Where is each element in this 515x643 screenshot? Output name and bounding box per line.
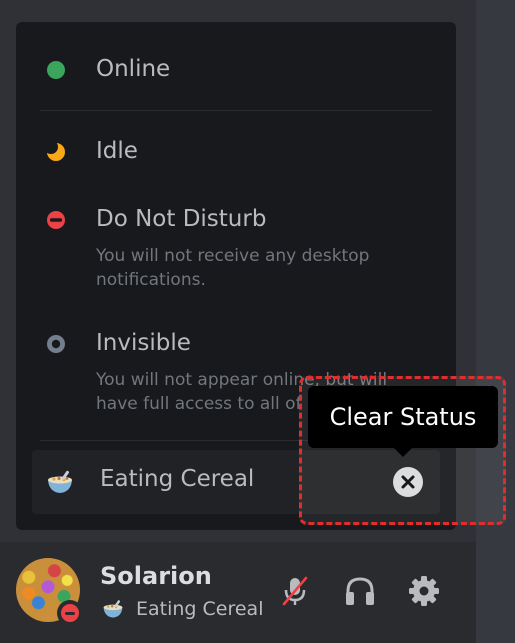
- online-status-icon: [47, 61, 65, 79]
- deafen-button[interactable]: [343, 574, 377, 608]
- microphone-muted-icon: [282, 576, 308, 606]
- status-option-dnd[interactable]: Do Not Disturb You will not receive any …: [16, 200, 456, 310]
- tooltip-arrow: [394, 448, 412, 457]
- status-label-idle: Idle: [96, 138, 138, 164]
- invisible-status-icon: [47, 335, 65, 353]
- bowl-of-cereal-emoji: [103, 600, 123, 618]
- headphones-icon: [346, 577, 374, 605]
- clear-status-button[interactable]: [393, 467, 423, 497]
- idle-moon-icon: [46, 142, 65, 161]
- status-label-online: Online: [96, 56, 171, 82]
- status-label-invisible: Invisible: [96, 330, 191, 356]
- mute-button[interactable]: [278, 574, 312, 608]
- status-label-dnd: Do Not Disturb: [96, 206, 267, 232]
- dnd-status-icon: [57, 600, 83, 626]
- dnd-status-icon: [47, 211, 65, 229]
- status-option-idle[interactable]: Idle: [16, 132, 456, 182]
- user-custom-status: Eating Cereal: [136, 598, 264, 620]
- status-description-dnd: You will not receive any desktop notific…: [96, 246, 370, 290]
- custom-status-text: Eating Cereal: [100, 466, 255, 492]
- user-panel: Solarion Eating Cereal: [0, 542, 476, 643]
- divider: [40, 110, 432, 111]
- gear-icon: [409, 576, 439, 606]
- user-settings-button[interactable]: [407, 574, 441, 608]
- close-icon: [401, 475, 415, 489]
- bowl-of-cereal-emoji: [48, 470, 72, 493]
- status-option-online[interactable]: Online: [16, 50, 456, 100]
- chat-area-edge: [476, 0, 515, 643]
- clear-status-tooltip: Clear Status: [308, 386, 498, 448]
- username: Solarion: [100, 562, 212, 590]
